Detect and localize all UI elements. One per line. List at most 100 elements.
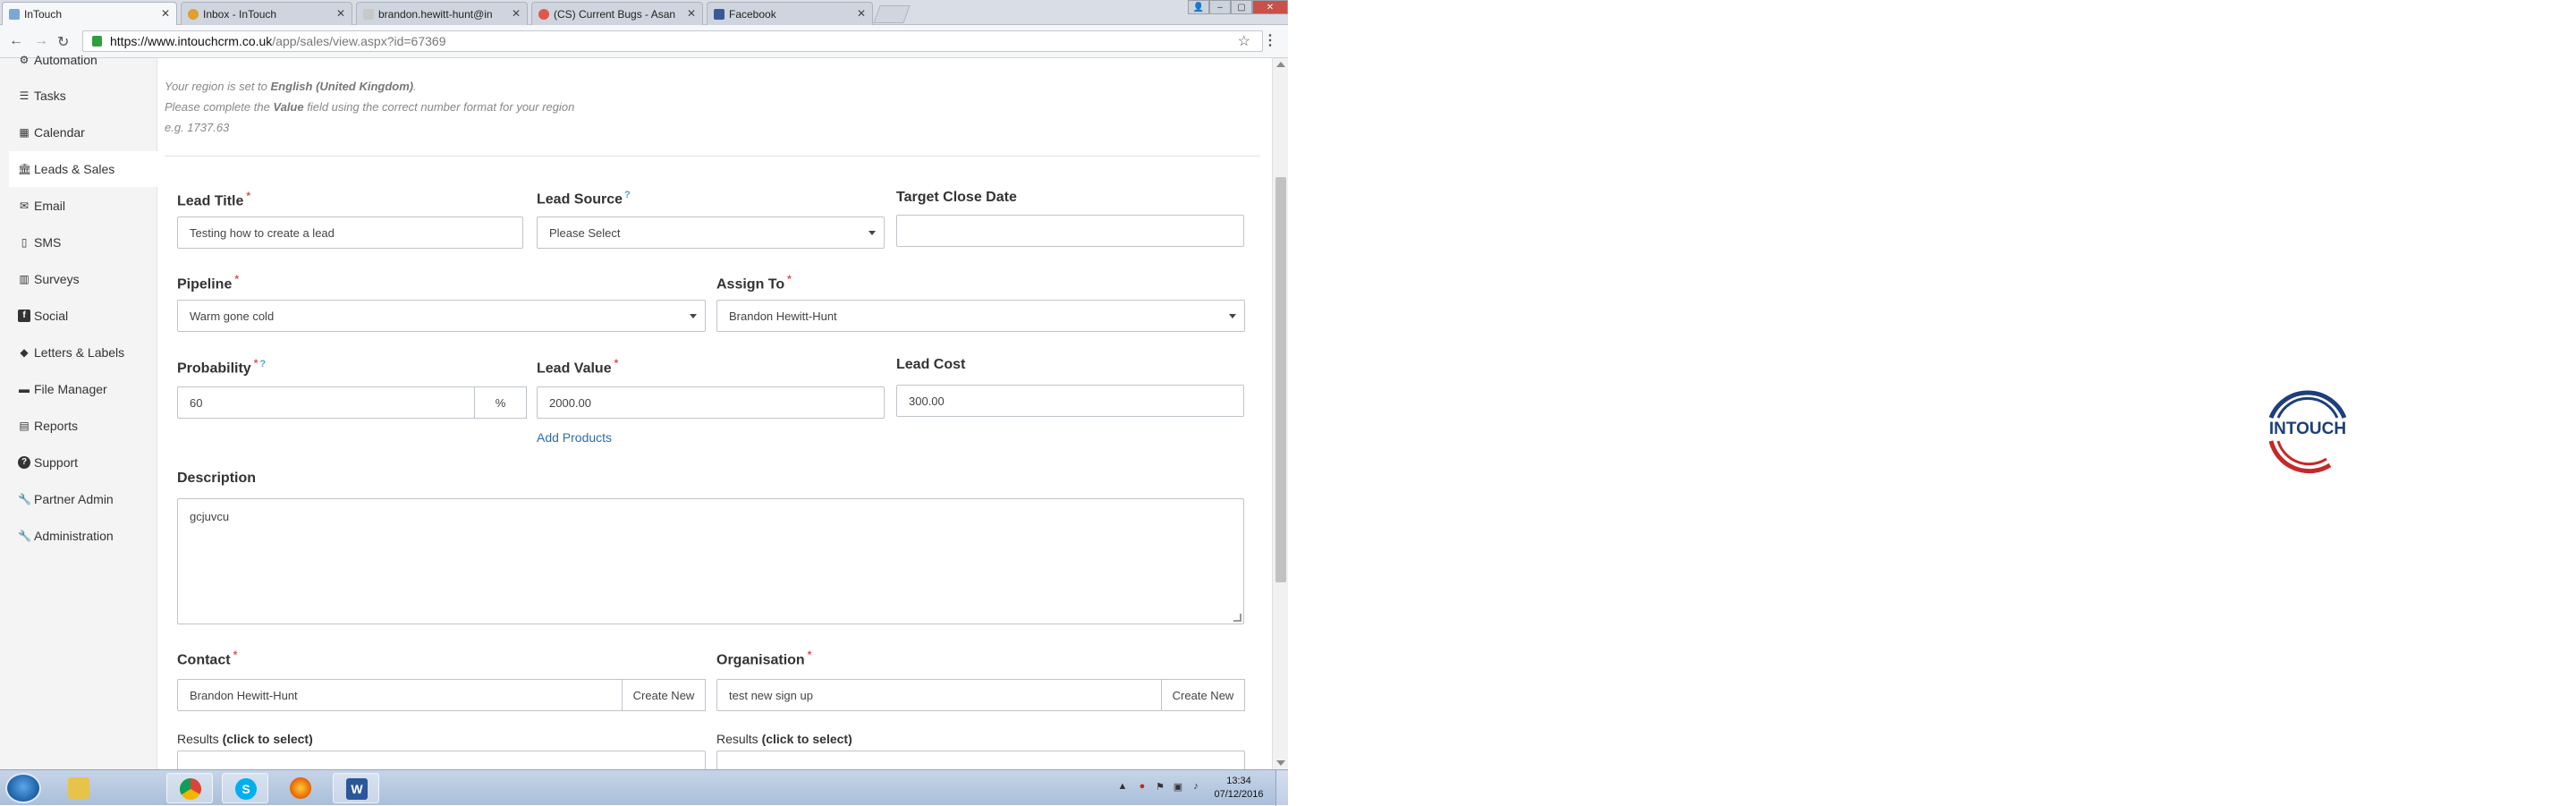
- volume-icon[interactable]: ♪: [1190, 781, 1202, 793]
- divider: [165, 156, 1260, 157]
- lead-title-label: Lead Title *: [177, 190, 250, 209]
- sidebar-item-support[interactable]: ? Support: [9, 445, 157, 480]
- contact-create-new-button[interactable]: Create New: [622, 679, 706, 711]
- scroll-down-icon[interactable]: [1276, 760, 1285, 766]
- antivirus-icon[interactable]: ●: [1136, 781, 1148, 793]
- lead-source-label: Lead Source?: [537, 190, 631, 208]
- calendar-icon: ▦: [19, 126, 30, 139]
- value-example: e.g. 1737.63: [165, 121, 230, 134]
- scroll-up-icon[interactable]: [1276, 62, 1285, 67]
- tab-inbox[interactable]: Inbox - InTouch ✕: [181, 2, 352, 25]
- sidebar-item-reports[interactable]: ▤ Reports: [9, 408, 157, 444]
- sidebar-item-calendar[interactable]: ▦ Calendar: [9, 115, 157, 150]
- probability-label-text: Probability: [177, 361, 251, 377]
- network-icon[interactable]: ▣: [1172, 781, 1184, 793]
- tab-mail[interactable]: brandon.hewitt-hunt@in ✕: [356, 2, 528, 25]
- lead-source-select[interactable]: Please Select: [537, 216, 885, 249]
- bookmark-star-icon[interactable]: ☆: [1238, 32, 1250, 50]
- help-icon[interactable]: ?: [624, 190, 631, 200]
- resize-handle-icon[interactable]: [1233, 614, 1241, 622]
- show-hidden-icons-icon[interactable]: ▲: [1116, 781, 1129, 793]
- sidebar-item-administration[interactable]: 🔧 Administration: [9, 518, 157, 554]
- sidebar-item-leads-sales[interactable]: 🏛 Leads & Sales: [9, 151, 157, 187]
- organisation-input[interactable]: test new sign up: [716, 679, 1162, 711]
- lead-title-input[interactable]: Testing how to create a lead: [177, 216, 523, 249]
- system-tray: ▲ ● ⚑ ▣ ♪: [1116, 777, 1215, 799]
- close-icon[interactable]: ✕: [512, 7, 521, 20]
- lead-cost-input[interactable]: 300.00: [896, 385, 1244, 417]
- windows-taskbar: S W ▲ ● ⚑ ▣ ♪ 13:34 07/12/2016: [0, 769, 1288, 806]
- sidebar-item-label: Social: [34, 309, 69, 323]
- close-icon[interactable]: ✕: [336, 7, 345, 20]
- pipeline-select[interactable]: Warm gone cold: [177, 300, 706, 332]
- sidebar-item-surveys[interactable]: ▥ Surveys: [9, 261, 157, 297]
- intouch-favicon-icon: [9, 9, 20, 20]
- results-label-right: Results (click to select): [716, 732, 852, 746]
- close-icon[interactable]: ✕: [857, 7, 866, 20]
- tab-title: Inbox - InTouch: [203, 8, 277, 21]
- lead-source-selected: Please Select: [549, 226, 621, 240]
- sidebar-item-tasks[interactable]: ☰ Tasks: [9, 78, 157, 114]
- envelope-icon: ✉: [19, 199, 30, 212]
- probability-input[interactable]: 60: [177, 386, 475, 419]
- tasks-icon: ☰: [19, 89, 30, 102]
- contact-input[interactable]: Brandon Hewitt-Hunt: [177, 679, 623, 711]
- minimize-icon[interactable]: –: [1209, 0, 1231, 14]
- sidebar-item-partner-admin[interactable]: 🔧 Partner Admin: [9, 481, 157, 517]
- tab-asana[interactable]: (CS) Current Bugs - Asan ✕: [531, 2, 703, 25]
- windows-start-icon[interactable]: [5, 773, 41, 803]
- clock-time: 13:34: [1226, 776, 1251, 786]
- firefox-taskbar-button[interactable]: [277, 773, 324, 803]
- sidebar-item-letters-labels[interactable]: ◆ Letters & Labels: [9, 335, 157, 370]
- page-scrollbar[interactable]: [1272, 58, 1288, 769]
- mobile-icon: ▯: [21, 236, 28, 249]
- word-icon: W: [346, 778, 368, 800]
- explorer-taskbar-button[interactable]: [55, 773, 102, 803]
- skype-taskbar-button[interactable]: S: [222, 773, 268, 803]
- sidebar-item-label: Calendar: [34, 125, 85, 140]
- sidebar-item-email[interactable]: ✉ Email: [9, 188, 157, 224]
- scroll-thumb[interactable]: [1275, 177, 1286, 582]
- target-close-date-input[interactable]: [896, 215, 1244, 247]
- sidebar-item-sms[interactable]: ▯ SMS: [9, 225, 157, 260]
- assign-to-select[interactable]: Brandon Hewitt-Hunt: [716, 300, 1245, 332]
- tab-facebook[interactable]: Facebook ✕: [707, 2, 873, 25]
- organisation-create-new-button[interactable]: Create New: [1161, 679, 1245, 711]
- word-taskbar-button[interactable]: W: [333, 773, 379, 803]
- sidebar-item-social[interactable]: f Social: [9, 298, 157, 334]
- maximize-icon[interactable]: ▢: [1231, 0, 1252, 14]
- help-icon[interactable]: ?: [259, 359, 266, 369]
- results-hint: (click to select): [222, 732, 313, 746]
- description-text: gcjuvcu: [190, 510, 230, 523]
- chrome-taskbar-button[interactable]: [166, 773, 213, 803]
- lead-form: Your region is set to English (United Ki…: [157, 58, 1267, 769]
- sidebar-item-label: Email: [34, 199, 66, 213]
- sidebar-item-label: Administration: [34, 529, 114, 543]
- sidebar-item-label: Tasks: [34, 89, 66, 103]
- sidebar-item-file-manager[interactable]: ▬ File Manager: [9, 371, 157, 407]
- automation-icon: ⚙: [19, 54, 30, 66]
- flag-icon[interactable]: ⚑: [1154, 781, 1166, 793]
- user-icon[interactable]: 👤: [1188, 0, 1209, 14]
- url-input[interactable]: https://www.intouchcrm.co.uk/app/sales/v…: [82, 30, 1263, 52]
- close-icon[interactable]: ✕: [161, 7, 170, 20]
- browser-menu-icon[interactable]: ⋮: [1263, 31, 1277, 49]
- close-icon[interactable]: ✕: [687, 7, 696, 20]
- add-products-link[interactable]: Add Products: [537, 430, 612, 445]
- close-window-icon[interactable]: ✕: [1252, 0, 1288, 14]
- description-textarea[interactable]: gcjuvcu: [177, 498, 1244, 624]
- sidebar-item-automation[interactable]: ⚙ Automation: [9, 42, 157, 78]
- required-mark: *: [787, 273, 792, 285]
- results-list-left[interactable]: [177, 751, 706, 769]
- question-icon: ?: [18, 456, 30, 469]
- lead-value-input[interactable]: 2000.00: [537, 386, 885, 419]
- asana-favicon-icon: [538, 9, 549, 20]
- results-list-right[interactable]: [716, 751, 1245, 769]
- new-tab-button[interactable]: [873, 5, 911, 23]
- results-hint: (click to select): [761, 732, 852, 746]
- taskbar-clock[interactable]: 13:34 07/12/2016: [1212, 775, 1266, 802]
- logo-arc-top-inner: [2276, 396, 2339, 419]
- show-desktop-button[interactable]: [1275, 770, 1288, 806]
- required-mark: *: [234, 273, 240, 285]
- tab-intouch[interactable]: InTouch ✕: [2, 2, 177, 25]
